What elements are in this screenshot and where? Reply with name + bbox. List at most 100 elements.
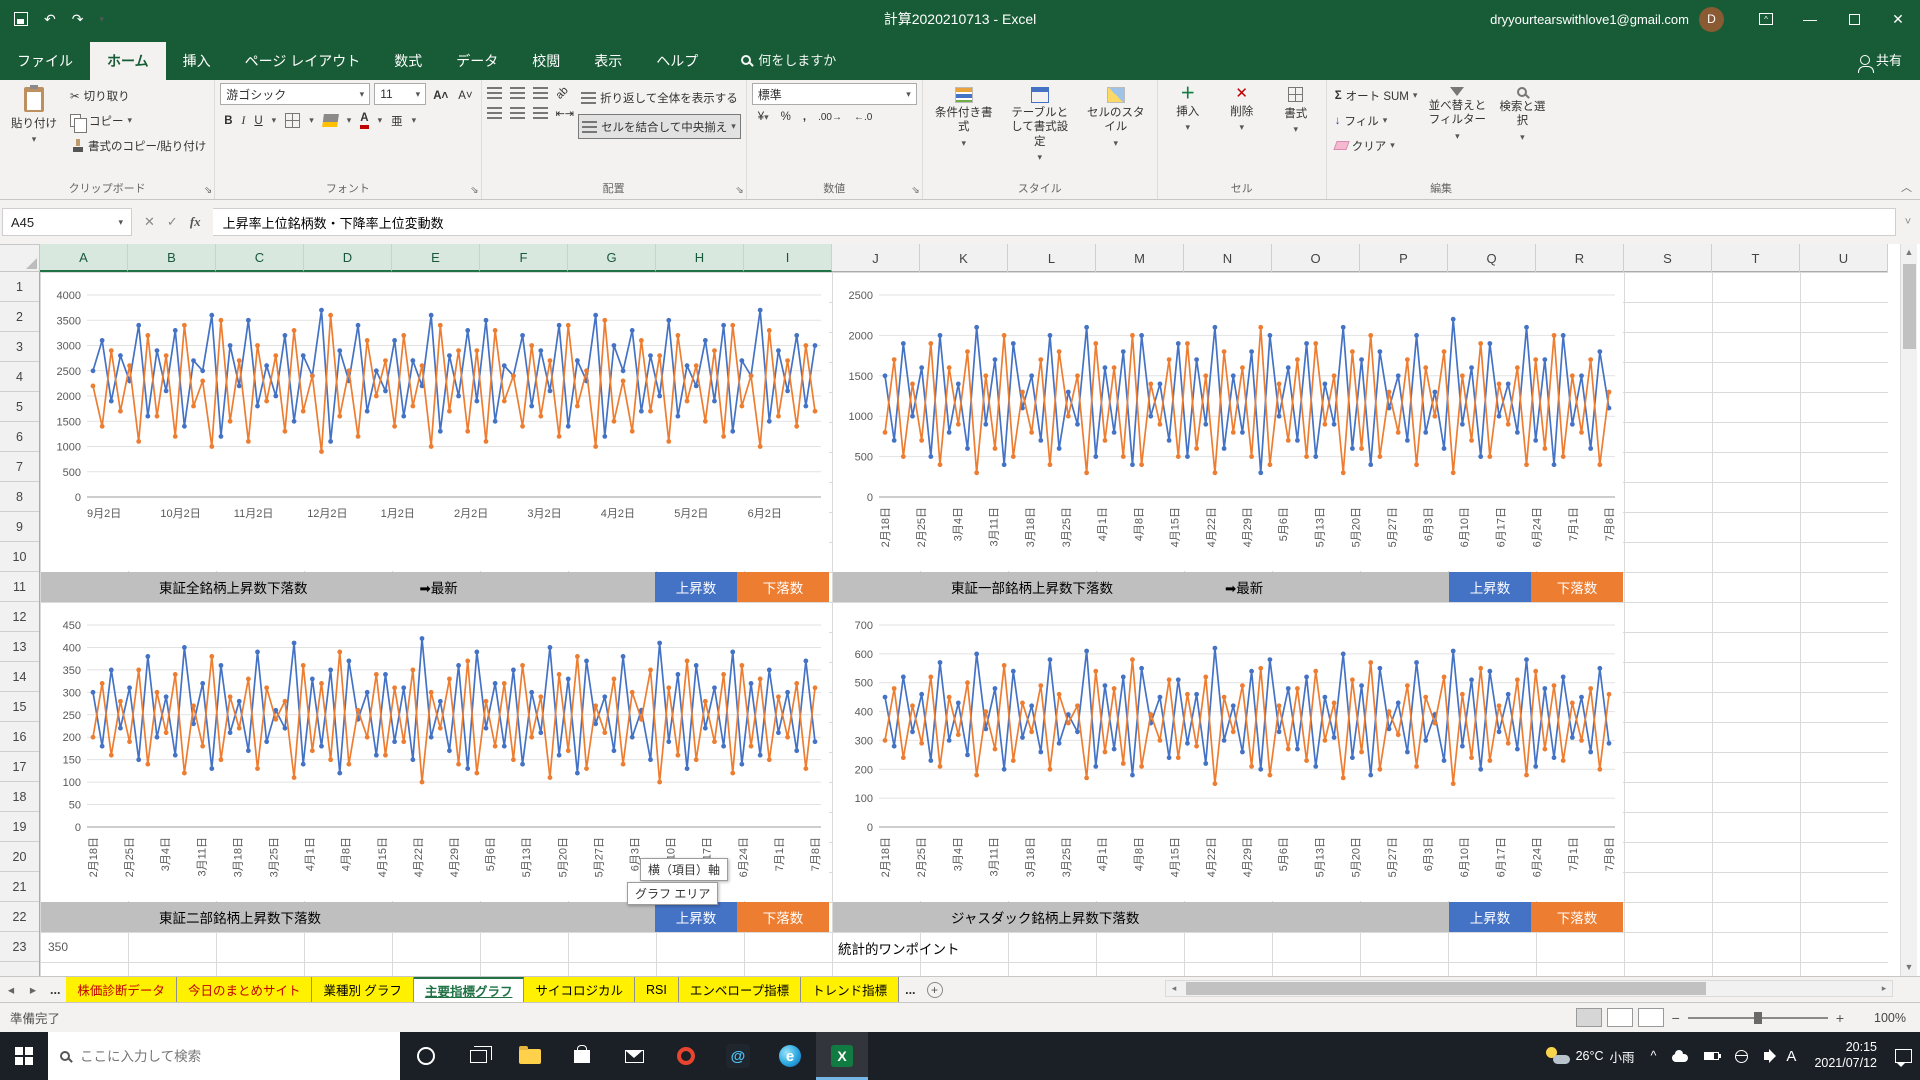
ribbon-display-options-icon[interactable]: ^ [1744,0,1788,38]
paste-button[interactable]: 貼り付け ▾ [5,83,63,149]
edge-button[interactable]: e [764,1032,816,1080]
font-size-combo[interactable]: 11▾ [374,83,426,105]
excel-taskbar-button[interactable]: X [816,1032,868,1080]
format-cells-button[interactable]: 書式▾ [1271,83,1321,139]
ribbon-tab-ファイル[interactable]: ファイル [0,42,90,80]
comma-style-icon[interactable]: , [803,111,806,123]
new-sheet-button[interactable]: + [922,977,948,1002]
task-view-button[interactable] [452,1032,504,1080]
format-painter-button[interactable]: 書式のコピー/貼り付け [67,133,209,158]
chart-tosho-first-section[interactable]: 050010001500200025002月18日2月25日3月4日3月11日3… [833,273,1623,571]
weather-widget[interactable]: 26°C 小雨 [1538,1032,1643,1080]
row-header-13[interactable]: 13 [0,632,39,662]
chart-jasdaq[interactable]: 01002003004005006007002月18日2月25日3月4日3月11… [833,603,1623,901]
close-button[interactable]: ✕ [1876,0,1920,38]
more-sheets-left[interactable]: ... [44,977,66,1002]
sheet-tab-トレンド指標[interactable]: トレンド指標 [801,977,899,1002]
column-header-L[interactable]: L [1008,244,1096,272]
column-header-T[interactable]: T [1712,244,1800,272]
row-header-3[interactable]: 3 [0,332,39,362]
name-box-dropdown-icon[interactable]: ▾ [118,217,123,228]
dialog-launcher-icon[interactable]: ⇘ [204,185,212,196]
volume-tray-button[interactable] [1756,1032,1778,1080]
row-header-11[interactable]: 11 [0,572,39,602]
column-header-P[interactable]: P [1360,244,1448,272]
page-layout-view-icon[interactable] [1607,1008,1633,1027]
account-email[interactable]: dryyourtearswithlove1@gmail.com [1490,12,1689,27]
network-tray-button[interactable] [1727,1032,1756,1080]
zoom-out-icon[interactable]: − [1672,1010,1680,1026]
ribbon-tab-校閲[interactable]: 校閲 [515,42,577,80]
normal-view-icon[interactable] [1576,1008,1602,1027]
decrease-decimal-icon[interactable]: ←.0 [854,112,872,123]
horizontal-scroll-thumb[interactable] [1186,982,1706,995]
align-right-icon[interactable] [533,107,548,119]
taskbar-search-input[interactable] [80,1049,350,1064]
row-header-14[interactable]: 14 [0,662,39,692]
zoom-in-icon[interactable]: + [1836,1010,1844,1026]
row-header-21[interactable]: 21 [0,872,39,902]
shrink-font-button[interactable]: A˅ [455,83,475,108]
row-header-16[interactable]: 16 [0,722,39,752]
column-header-E[interactable]: E [392,244,480,272]
chart-tosho-second-section[interactable]: 0501001502002503003504004502月18日2月25日3月4… [41,603,829,901]
column-header-Q[interactable]: Q [1448,244,1536,272]
merge-center-button[interactable]: セルを結合して中央揃え▾ [578,114,741,139]
dialog-launcher-icon[interactable]: ⇘ [911,185,919,196]
increase-decimal-icon[interactable]: .00→ [818,112,842,123]
column-header-D[interactable]: D [304,244,392,272]
tray-expand-button[interactable]: ^ [1643,1032,1665,1080]
sheet-tab-業種別 グラフ[interactable]: 業種別 グラフ [312,977,413,1002]
sheet-nav-right-icon[interactable]: ▸ [22,977,44,1002]
select-all-button[interactable] [0,244,40,272]
ribbon-tab-ホーム[interactable]: ホーム [90,42,166,80]
font-name-combo[interactable]: 游ゴシック▾ [220,83,370,105]
zoom-slider[interactable] [1688,1017,1828,1019]
column-header-A[interactable]: A [40,244,128,272]
scroll-right-icon[interactable]: ▸ [1876,983,1892,994]
ime-mode-button[interactable]: A [1778,1032,1804,1080]
ribbon-tab-データ[interactable]: データ [439,42,515,80]
page-break-view-icon[interactable] [1638,1008,1664,1027]
row-header-1[interactable]: 1 [0,272,39,302]
sheet-tab-株価診断データ[interactable]: 株価診断データ [66,977,177,1002]
mail-button[interactable] [608,1032,660,1080]
taskbar-search[interactable] [48,1032,400,1080]
column-header-R[interactable]: R [1536,244,1624,272]
vertical-scrollbar[interactable]: ▲ ▼ [1900,244,1917,976]
file-explorer-button[interactable] [504,1032,556,1080]
grow-font-button[interactable]: A˄ [430,83,451,108]
zoom-level[interactable]: 100% [1864,1011,1906,1025]
row-header-8[interactable]: 8 [0,482,39,512]
ribbon-tab-挿入[interactable]: 挿入 [166,42,228,80]
formula-input[interactable]: 上昇率上位銘柄数・下降率上位変動数 [213,208,1896,236]
row-header-6[interactable]: 6 [0,422,39,452]
horizontal-scrollbar[interactable]: ◂ ▸ [1165,980,1893,997]
taskbar-clock[interactable]: 20:15 2021/07/12 [1804,1040,1887,1071]
column-header-U[interactable]: U [1800,244,1888,272]
column-header-C[interactable]: C [216,244,304,272]
ribbon-tab-数式[interactable]: 数式 [377,42,439,80]
align-middle-icon[interactable] [510,87,525,99]
format-as-table-button[interactable]: テーブルとして書式設定▾ [1004,83,1076,167]
row-header-2[interactable]: 2 [0,302,39,332]
underline-button[interactable]: U [254,115,262,127]
font-color-icon[interactable]: A [360,112,368,129]
name-box[interactable]: A45▾ [2,208,132,236]
autosum-button[interactable]: Σオート SUM▾ [1332,83,1421,108]
column-header-S[interactable]: S [1624,244,1712,272]
confirm-entry-icon[interactable]: ✓ [167,214,178,230]
expand-formula-bar-icon[interactable]: ˅ [1896,216,1920,228]
avatar[interactable]: D [1699,7,1724,32]
column-header-O[interactable]: O [1272,244,1360,272]
insert-cells-button[interactable]: ＋挿入▾ [1163,83,1213,137]
row-header-7[interactable]: 7 [0,452,39,482]
ribbon-tab-表示[interactable]: 表示 [577,42,639,80]
cortana-button[interactable] [400,1032,452,1080]
sheet-tab-今日のまとめサイト[interactable]: 今日のまとめサイト [177,977,313,1002]
fill-button[interactable]: ↓フィル▾ [1332,108,1421,133]
column-header-B[interactable]: B [128,244,216,272]
sheet-tab-RSI[interactable]: RSI [635,977,679,1002]
row-header-19[interactable]: 19 [0,812,39,842]
delete-cells-button[interactable]: ✕削除▾ [1217,83,1267,137]
